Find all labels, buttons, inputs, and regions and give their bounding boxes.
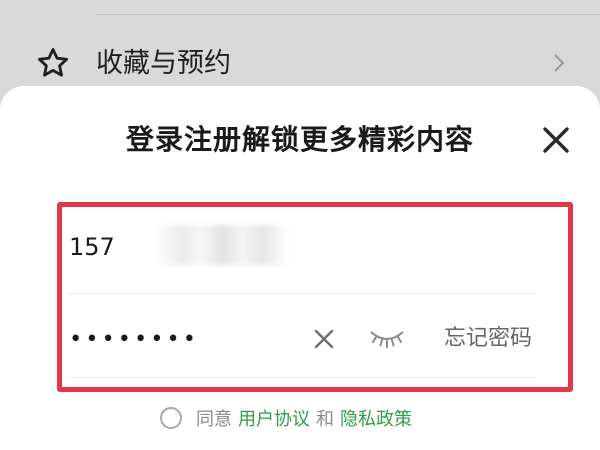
agreement-radio[interactable]: [160, 407, 182, 429]
chevron-right-icon: [554, 54, 565, 72]
close-icon[interactable]: [536, 120, 576, 160]
user-agreement-link[interactable]: 用户协议: [238, 409, 310, 430]
agreement-prefix: 同意: [196, 409, 232, 430]
clear-icon[interactable]: [312, 327, 336, 351]
agreement-conjunction: 和: [316, 409, 334, 430]
phone-number-blur: [154, 225, 290, 265]
privacy-policy-link[interactable]: 隐私政策: [340, 409, 412, 430]
password-row: 忘记密码: [62, 299, 568, 379]
forgot-password-link[interactable]: 忘记密码: [444, 323, 532, 355]
field-divider: [67, 293, 537, 294]
menu-item-favorites[interactable]: 收藏与预约: [0, 36, 600, 92]
login-sheet: 登录注册解锁更多精彩内容 忘记密码: [0, 86, 600, 450]
sheet-title: 登录注册解锁更多精彩内容: [125, 123, 474, 156]
menu-item-label: 收藏与预约: [96, 48, 231, 79]
password-input[interactable]: [69, 321, 289, 357]
field-divider: [67, 377, 537, 378]
screen: 收藏与预约 登录注册解锁更多精彩内容 157 •••••••• 忘记密码 同意 …: [0, 0, 600, 450]
star-icon: [38, 48, 68, 77]
menu-divider: [95, 14, 600, 15]
login-form-highlight: 忘记密码: [57, 202, 573, 392]
phone-row: [62, 207, 568, 285]
agreement-row: 同意 用户协议和隐私政策: [160, 404, 412, 436]
eye-closed-icon[interactable]: [368, 325, 406, 353]
